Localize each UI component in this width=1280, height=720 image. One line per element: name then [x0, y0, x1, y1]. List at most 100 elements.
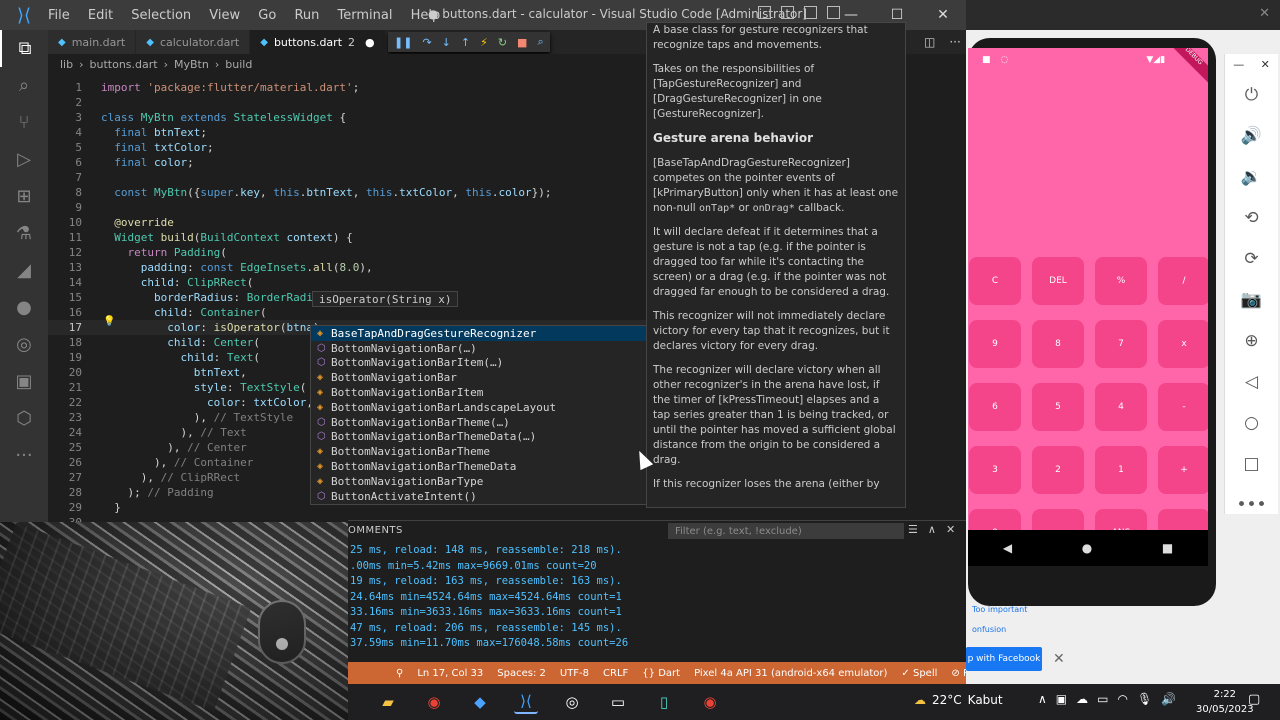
- close-icon[interactable]: ✕: [1053, 651, 1065, 667]
- vscode-icon[interactable]: ⟩⟨: [514, 690, 538, 714]
- minimize-icon[interactable]: —: [1233, 58, 1244, 71]
- suggestion-item[interactable]: ◈ BottomNavigationBarType: [311, 474, 649, 489]
- debug-pause-icon[interactable]: ❚❚: [394, 36, 412, 49]
- suggestion-item[interactable]: ◈ BaseTapAndDragGestureRecognizer: [311, 326, 649, 341]
- suggestion-item[interactable]: ◈ BottomNavigationBarTheme: [311, 444, 649, 459]
- debug-stop-icon[interactable]: ■: [517, 36, 527, 49]
- calc-button-multiply[interactable]: x: [1158, 320, 1208, 368]
- chevron-up-icon[interactable]: ∧: [928, 523, 936, 536]
- debug-step-over-icon[interactable]: ↷: [422, 36, 431, 49]
- close-panel-icon[interactable]: ✕: [946, 523, 955, 536]
- phone-screen[interactable]: ■ ◌ ▼◢▮ DEBUG C DEL % / 9 8 7 x 6 5 4 - …: [968, 48, 1208, 566]
- suggestion-item[interactable]: ⬡ ButtonActivateIntent(): [311, 489, 649, 504]
- calc-button-delete[interactable]: DEL: [1032, 257, 1084, 305]
- chrome-icon[interactable]: ◉: [422, 690, 446, 714]
- calc-button-9[interactable]: 9: [969, 320, 1021, 368]
- background-link[interactable]: Too important: [972, 605, 1027, 614]
- rotate-left-icon[interactable]: ⟲: [1225, 197, 1278, 238]
- suggestion-item[interactable]: ◈ BottomNavigationBarItem: [311, 385, 649, 400]
- overview-icon[interactable]: □: [1225, 443, 1278, 484]
- menu-go[interactable]: Go: [258, 8, 276, 23]
- app-icon[interactable]: ▯: [652, 690, 676, 714]
- calc-button-7[interactable]: 7: [1095, 320, 1147, 368]
- suggestion-item[interactable]: ◈ BottomNavigationBarThemeData: [311, 459, 649, 474]
- back-icon[interactable]: ◀: [1003, 541, 1012, 555]
- camera-icon[interactable]: 📷: [1225, 279, 1278, 320]
- remote-explorer-icon[interactable]: ▣: [0, 363, 48, 400]
- more-actions-icon[interactable]: ···: [949, 35, 960, 49]
- debug-step-into-icon[interactable]: ↓: [442, 36, 451, 49]
- tab-main-dart[interactable]: ◆ main.dart: [48, 30, 137, 54]
- line-ending[interactable]: CRLF: [603, 668, 628, 679]
- encoding[interactable]: UTF-8: [560, 668, 589, 679]
- calc-button-clear[interactable]: C: [969, 257, 1021, 305]
- panel-tab-label[interactable]: OMMENTS: [348, 525, 403, 536]
- github-icon[interactable]: ●: [0, 289, 48, 326]
- onedrive-icon[interactable]: ☁: [1076, 692, 1088, 706]
- breadcrumb-item[interactable]: buttons.dart: [90, 58, 158, 71]
- unsaved-dot-icon[interactable]: ●: [365, 36, 375, 49]
- menu-selection[interactable]: Selection: [131, 8, 191, 23]
- language-mode[interactable]: {} Dart: [642, 668, 680, 679]
- json-icon[interactable]: ◎: [0, 326, 48, 363]
- home-icon[interactable]: ○: [1225, 402, 1278, 443]
- calc-button-5[interactable]: 5: [1032, 383, 1084, 431]
- spell-checker[interactable]: ✓ Spell: [901, 668, 937, 679]
- run-debug-icon[interactable]: ▷: [0, 141, 48, 178]
- suggestion-item[interactable]: ⬡ BottomNavigationBar(…): [311, 341, 649, 356]
- obs-icon[interactable]: ◎: [560, 690, 584, 714]
- breadcrumb-item[interactable]: lib: [60, 58, 73, 71]
- chrome-profile-icon[interactable]: ◉: [698, 690, 722, 714]
- suggestion-item[interactable]: ◈ BottomNavigationBarLandscapeLayout: [311, 400, 649, 415]
- lightbulb-icon[interactable]: 💡: [103, 316, 115, 327]
- calc-button-divide[interactable]: /: [1158, 257, 1208, 305]
- more-icon[interactable]: •••: [1225, 484, 1278, 525]
- breadcrumb-item[interactable]: build: [225, 58, 252, 71]
- home-icon[interactable]: ●: [1082, 541, 1092, 555]
- facebook-login-button[interactable]: p with Facebook: [966, 647, 1042, 671]
- menu-view[interactable]: View: [209, 8, 240, 23]
- notification-center-icon[interactable]: ▢: [1248, 692, 1260, 707]
- calc-button-4[interactable]: 4: [1095, 383, 1147, 431]
- explorer-icon[interactable]: ⧉: [0, 30, 48, 67]
- terminal-icon[interactable]: ▭: [606, 690, 630, 714]
- app-icon[interactable]: ◆: [468, 690, 492, 714]
- calc-button-minus[interactable]: -: [1158, 383, 1208, 431]
- split-editor-icon[interactable]: ◫: [924, 35, 935, 49]
- wifi-icon[interactable]: ◠: [1117, 692, 1127, 706]
- background-link[interactable]: onfusion: [972, 625, 1006, 634]
- toggle-panel-icon[interactable]: [781, 6, 794, 19]
- output-filter-input[interactable]: Filter (e.g. text, !exclude): [668, 523, 904, 539]
- tab-buttons-dart[interactable]: ◆ buttons.dart 2 ●: [250, 30, 386, 54]
- taskbar-clock[interactable]: 2:22 30/05/2023: [1196, 687, 1254, 717]
- zoom-icon[interactable]: ⊕: [1225, 320, 1278, 361]
- calc-button-2[interactable]: 2: [1032, 446, 1084, 494]
- flutter-icon[interactable]: ◢: [0, 252, 48, 289]
- source-control-icon[interactable]: ⑂: [0, 104, 48, 141]
- docker-icon[interactable]: ⬡: [0, 400, 48, 437]
- suggestion-item[interactable]: ◈ BottomNavigationBar: [311, 370, 649, 385]
- breadcrumb-item[interactable]: MyBtn: [174, 58, 209, 71]
- search-icon[interactable]: ⌕: [0, 67, 48, 104]
- back-icon[interactable]: ◁: [1225, 361, 1278, 402]
- recents-icon[interactable]: ■: [1162, 541, 1173, 555]
- testing-icon[interactable]: ⚗: [0, 215, 48, 252]
- calc-button-plus[interactable]: +: [1158, 446, 1208, 494]
- toggle-secondary-sidebar-icon[interactable]: [804, 6, 817, 19]
- file-explorer-icon[interactable]: ▰: [376, 690, 400, 714]
- calc-button-3[interactable]: 3: [969, 446, 1021, 494]
- widget-inspector-icon[interactable]: ⌕: [537, 35, 543, 49]
- extensions-icon[interactable]: ⊞: [0, 178, 48, 215]
- suggestion-item[interactable]: ⬡ BottomNavigationBarTheme(…): [311, 415, 649, 430]
- documentation-panel[interactable]: A base class for gesture recognizers tha…: [646, 22, 906, 508]
- calc-button-percent[interactable]: %: [1095, 257, 1147, 305]
- microphone-icon[interactable]: 🎙: [1137, 692, 1152, 706]
- volume-up-icon[interactable]: 🔊: [1225, 115, 1278, 156]
- volume-icon[interactable]: 🔊: [1161, 692, 1176, 706]
- indentation[interactable]: Spaces: 2: [497, 668, 546, 679]
- cursor-position[interactable]: Ln 17, Col 33: [417, 668, 483, 679]
- device-selector[interactable]: Pixel 4a API 31 (android-x64 emulator): [694, 668, 887, 679]
- more-icon[interactable]: ···: [0, 437, 48, 474]
- menu-terminal[interactable]: Terminal: [338, 8, 393, 23]
- weather-widget[interactable]: ☁ 22°C Kabut: [914, 693, 1003, 707]
